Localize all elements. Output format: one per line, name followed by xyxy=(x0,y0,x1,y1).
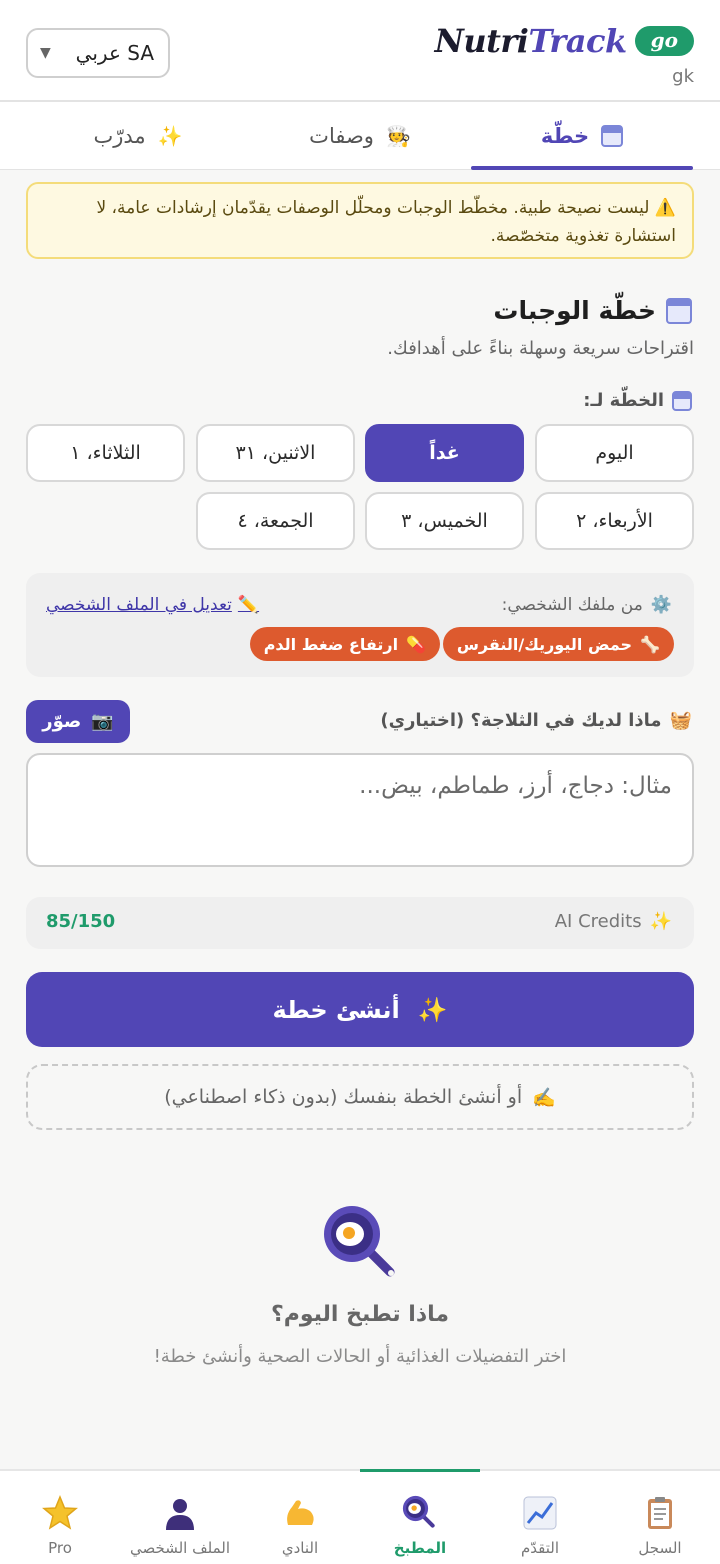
calendar-icon xyxy=(601,125,624,147)
chevron-down-icon: ▼ xyxy=(40,45,51,61)
muscle-icon xyxy=(280,1493,320,1533)
chef-icon: 🧑‍🍳 xyxy=(385,124,411,148)
condition-chip-label: حمض اليوريك/النقرس xyxy=(456,634,633,654)
profile-label-text: من ملفك الشخصي: xyxy=(501,595,643,615)
photo-button-label: صوّر xyxy=(42,711,82,732)
day-button-wednesday[interactable]: الأربعاء، ٢ xyxy=(535,492,694,550)
chart-icon xyxy=(520,1493,560,1533)
condition-chip-gout[interactable]: 🦴 حمض اليوريك/النقرس xyxy=(442,627,674,661)
pencil-icon: ✏️ xyxy=(237,595,260,615)
camera-icon: 📷 xyxy=(91,711,114,732)
day-button-today[interactable]: اليوم xyxy=(535,424,694,482)
empty-state-subtitle: اختر التفضيلات الغذائية أو الحالات الصحي… xyxy=(153,1346,567,1367)
medical-disclaimer: ⚠️ ليست نصيحة طبية. مخطّط الوجبات ومحلّل… xyxy=(26,182,694,259)
writing-hand-icon: ✍️ xyxy=(532,1086,556,1109)
language-select-value: عربي SA xyxy=(75,41,154,65)
star-icon xyxy=(40,1493,80,1533)
day-button-friday[interactable]: الجمعة، ٤ xyxy=(196,492,355,550)
nav-item-pro[interactable]: Pro xyxy=(0,1471,120,1564)
nav-item-label: السجل xyxy=(638,1539,682,1557)
nav-item-label: Pro xyxy=(48,1539,72,1557)
person-icon xyxy=(160,1493,200,1533)
nav-item-progress[interactable]: التقدّم xyxy=(480,1471,600,1564)
create-plan-label: أنشئ خطة xyxy=(272,995,400,1024)
day-button-thursday[interactable]: الخميس، ٣ xyxy=(365,492,524,550)
tab-plan[interactable]: خطّة xyxy=(471,102,693,170)
condition-chip-label: ارتفاع ضغط الدم xyxy=(263,634,399,654)
page-title-text: خطّة الوجبات xyxy=(493,296,656,325)
frying-pan-icon xyxy=(400,1493,440,1533)
nav-item-profile[interactable]: الملف الشخصي xyxy=(120,1471,240,1564)
ai-credits-value: 85/150 xyxy=(46,911,116,932)
ai-credits-bar: 85/150 AI Credits ✨ xyxy=(26,897,694,949)
photo-button[interactable]: 📷 صوّر xyxy=(26,700,130,743)
profile-conditions-box: ⚙️ من ملفك الشخصي: ✏️ تعديل في الملف الش… xyxy=(26,573,694,677)
day-button-tuesday[interactable]: الثلاثاء، ١ xyxy=(26,424,185,482)
warning-icon: ⚠️ xyxy=(654,198,676,218)
clipboard-icon xyxy=(640,1493,680,1533)
main-tabs: خطّة 🧑‍🍳 وصفات ✨ مدرّب xyxy=(0,102,720,170)
day-button-tomorrow[interactable]: غداً xyxy=(365,424,524,482)
tab-plan-label: خطّة xyxy=(540,124,590,148)
tab-coach-label: مدرّب xyxy=(93,124,146,148)
bottom-nav: Pro الملف الشخصي النادي المطبخ التقدّم ا… xyxy=(0,1469,720,1564)
calendar-icon xyxy=(672,390,692,411)
sparkles-icon: ✨ xyxy=(417,995,448,1024)
condition-chip-hypertension[interactable]: 💊 ارتفاع ضغط الدم xyxy=(249,627,440,661)
nav-item-label: التقدّم xyxy=(520,1539,559,1557)
brand-name: NutriTrack xyxy=(434,22,628,60)
page-subtitle: اقتراحات سريعة وسهلة بناءً على أهدافك. xyxy=(387,338,694,359)
ai-credits-label: AI Credits ✨ xyxy=(555,911,672,932)
app-header: ▼ عربي SA NutriTrack go gk xyxy=(0,0,720,102)
nav-item-log[interactable]: السجل xyxy=(600,1471,720,1564)
empty-state-title: ماذا تطبخ اليوم؟ xyxy=(270,1302,450,1327)
plan-for-text: الخطّة لـ: xyxy=(583,390,664,411)
profile-label: ⚙️ من ملفك الشخصي: xyxy=(502,595,672,615)
pill-icon: 💊 xyxy=(406,634,426,654)
manual-plan-button[interactable]: ✍️ أو أنشئ الخطة بنفسك (بدون ذكاء اصطناع… xyxy=(26,1064,694,1130)
manual-plan-label: أو أنشئ الخطة بنفسك (بدون ذكاء اصطناعي) xyxy=(164,1086,523,1108)
disclaimer-text: ليست نصيحة طبية. مخطّط الوجبات ومحلّل ال… xyxy=(96,198,676,246)
nav-item-label: المطبخ xyxy=(393,1539,447,1557)
tab-recipes-label: وصفات xyxy=(309,124,374,148)
fridge-label-text: ماذا لديك في الثلاجة؟ (اختياري) xyxy=(380,710,662,731)
bone-icon: 🦴 xyxy=(640,634,660,654)
sparkles-icon: ✨ xyxy=(649,911,672,932)
nav-item-kitchen[interactable]: المطبخ xyxy=(360,1471,480,1564)
brand-name-part2: Track xyxy=(528,22,627,60)
nav-item-label: النادي xyxy=(281,1539,319,1557)
fridge-label: 🧺 ماذا لديك في الثلاجة؟ (اختياري) xyxy=(380,710,692,731)
calendar-icon xyxy=(666,297,692,324)
nav-item-club[interactable]: النادي xyxy=(240,1471,360,1564)
tab-coach[interactable]: ✨ مدرّب xyxy=(27,102,249,170)
tab-recipes[interactable]: 🧑‍🍳 وصفات xyxy=(249,102,471,170)
active-tab-indicator xyxy=(471,166,693,170)
language-select[interactable]: ▼ عربي SA xyxy=(26,28,170,78)
edit-profile-link[interactable]: ✏️ تعديل في الملف الشخصي xyxy=(46,595,259,615)
sparkles-icon: ✨ xyxy=(157,124,183,148)
user-code: gk xyxy=(672,66,694,87)
nav-item-label: الملف الشخصي xyxy=(130,1539,230,1557)
day-button-monday[interactable]: الاثنين، ٣١ xyxy=(196,424,355,482)
gear-icon: ⚙️ xyxy=(650,595,672,615)
basket-icon: 🧺 xyxy=(669,710,692,731)
brand-badge: go xyxy=(634,26,694,56)
fridge-ingredients-input[interactable] xyxy=(26,753,694,867)
plan-for-label: الخطّة لـ: xyxy=(583,390,692,411)
frying-pan-icon xyxy=(324,1206,395,1277)
ai-credits-label-text: AI Credits xyxy=(554,911,642,932)
edit-profile-link-text: تعديل في الملف الشخصي xyxy=(46,595,232,615)
brand-name-part1: Nutri xyxy=(434,22,529,60)
create-plan-button[interactable]: ✨ أنشئ خطة xyxy=(26,972,694,1047)
brand-logo: NutriTrack go xyxy=(435,22,694,60)
page-title: خطّة الوجبات xyxy=(493,296,692,325)
